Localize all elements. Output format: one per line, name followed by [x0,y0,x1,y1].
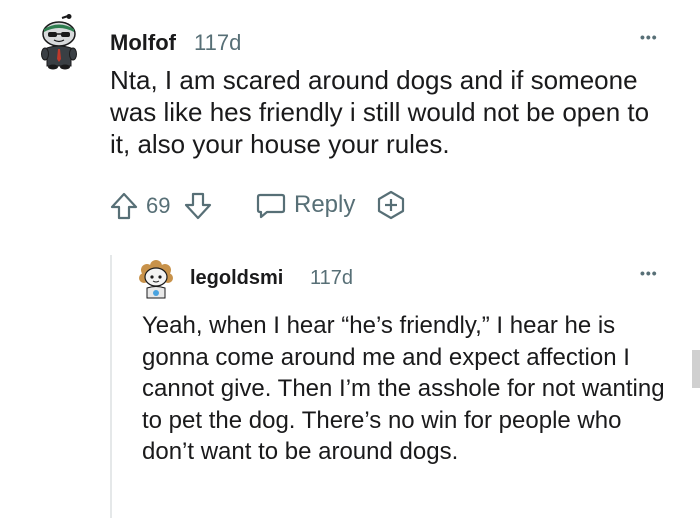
downvote-button[interactable] [182,190,214,222]
award-button[interactable] [374,188,408,222]
comment-author[interactable]: Molfof [110,30,176,56]
comment-legoldsmi: legoldsmi 117d ••• Yeah, when I hear “he… [0,240,700,518]
snoo-avatar-icon [139,260,173,299]
scrollbar-thumb[interactable] [692,350,700,388]
comment-timestamp[interactable]: 117d [310,266,353,290]
user-avatar[interactable] [38,14,80,70]
upvote-arrow-icon [110,192,138,220]
comment-molfof: Molfof 117d ••• Nta, I am scared around … [0,0,700,240]
award-plus-icon [377,190,405,220]
comment-timestamp[interactable]: 117d [194,30,241,56]
user-avatar[interactable] [138,260,174,300]
more-options-button[interactable]: ••• [640,266,658,280]
speech-bubble-icon [256,193,286,219]
vote-count: 69 [146,193,171,218]
more-options-button[interactable]: ••• [640,30,658,44]
downvote-arrow-icon [184,192,212,220]
reply-button[interactable]: Reply [254,188,355,222]
comment-body: Nta, I am scared around dogs and if some… [110,65,650,159]
comment-body: Yeah, when I hear “he’s friendly,” I hea… [142,312,665,465]
upvote-button[interactable] [108,190,140,222]
reply-label: Reply [294,191,356,218]
comment-author[interactable]: legoldsmi [190,266,283,290]
snoo-avatar-icon [41,14,77,70]
